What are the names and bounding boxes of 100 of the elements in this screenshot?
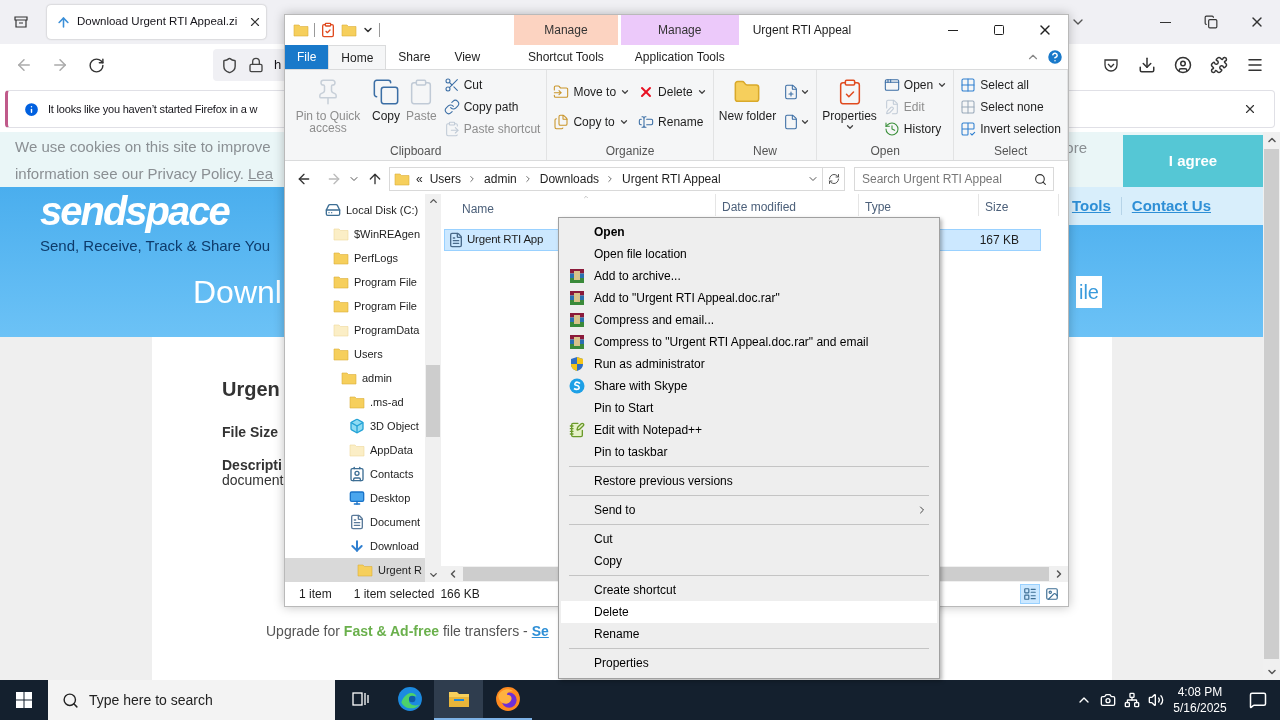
ribbon-button[interactable]: Cut [440, 74, 544, 96]
ribbon-button[interactable]: Copy to [550, 111, 634, 133]
properties-icon[interactable] [320, 22, 336, 38]
menu-item[interactable]: Pin to Start [561, 397, 937, 419]
tree-item[interactable]: Desktop [285, 486, 425, 510]
network-icon[interactable] [1124, 692, 1140, 708]
tree-item[interactable]: AppData [285, 438, 425, 462]
tree-item[interactable]: ProgramData [285, 318, 425, 342]
breadcrumb[interactable]: Users [429, 170, 462, 188]
menu-item[interactable]: Add to archive... [561, 265, 937, 287]
ribbon-button[interactable]: Delete [635, 81, 710, 103]
camera-icon[interactable] [1100, 692, 1116, 708]
ribbon-button[interactable]: Select all [957, 74, 1064, 96]
tree-item[interactable]: Local Disk (C:) [285, 198, 425, 222]
menu-item[interactable]: Add to "Urgent RTI Appeal.doc.rar" [561, 287, 937, 309]
ribbon-button[interactable]: History [880, 118, 951, 140]
menu-item[interactable]: Open file location [561, 243, 937, 265]
ribbon-button[interactable]: Copy path [440, 96, 544, 118]
menu-item[interactable]: Open [561, 221, 937, 243]
file-icon [783, 114, 800, 130]
close-icon[interactable] [248, 15, 262, 29]
ribbon-tab[interactable]: View [442, 45, 493, 69]
address-bar[interactable]: « Users admin Downloads Urgent RTI Appeal [389, 167, 823, 191]
breadcrumb[interactable]: Urgent RTI Appeal [622, 170, 721, 188]
ribbon-button[interactable]: Open [880, 74, 951, 96]
search-icon [1034, 172, 1047, 186]
column-header[interactable]: Type [859, 194, 979, 216]
tree-item[interactable]: Users [285, 342, 425, 366]
menu-item[interactable]: Compress to "Urgent RTI Appeal.doc.rar" and email [561, 331, 937, 353]
column-header[interactable]: Size [979, 194, 1059, 216]
overflow-marker: « [416, 171, 423, 188]
upgrade-link[interactable]: Se [531, 621, 549, 642]
menu-item[interactable]: Cut [561, 528, 937, 550]
ribbon-button[interactable]: Move to [550, 81, 634, 103]
grid-icon [960, 77, 977, 93]
clipboard-icon [443, 121, 460, 137]
tree-item[interactable]: Program File [285, 294, 425, 318]
link-icon [443, 99, 460, 115]
tree-item[interactable]: Download [285, 534, 425, 558]
ribbon-button[interactable]: Copy [370, 74, 402, 122]
document-icon [448, 232, 464, 248]
scrollbar-thumb[interactable] [426, 365, 440, 437]
tree-item[interactable]: admin [285, 366, 425, 390]
group-label: Organize [604, 143, 656, 160]
tree-item[interactable]: 3D Object [285, 414, 425, 438]
menu-item[interactable]: Edit with Notepad++ [561, 419, 937, 441]
tree-item[interactable]: PerfLogs [285, 246, 425, 270]
folder-icon [333, 250, 349, 266]
group-label: Open [869, 143, 901, 160]
windows-logo-icon [16, 692, 32, 708]
breadcrumb[interactable]: Downloads [539, 170, 600, 188]
column-header[interactable]: Date modified [716, 194, 859, 216]
ribbon-button[interactable]: Properties [820, 74, 879, 132]
ribbon-button[interactable]: Rename [635, 111, 710, 133]
tree-item[interactable]: Urgent R [285, 558, 425, 582]
menu-item[interactable]: Create shortcut [561, 579, 937, 601]
tree-item[interactable]: Contacts [285, 462, 425, 486]
view-mode-button[interactable] [1020, 584, 1040, 604]
url-field[interactable]: h [213, 49, 284, 81]
ribbon-button[interactable]: Invert selection [957, 118, 1064, 140]
ribbon-tab[interactable]: Home [328, 45, 387, 69]
taskbar-app[interactable] [434, 680, 483, 720]
folder-icon [357, 562, 373, 578]
tree-item[interactable]: $WinREAgen [285, 222, 425, 246]
restore-icon [1204, 15, 1218, 29]
tree-item[interactable]: .ms-ad [285, 390, 425, 414]
help-icon[interactable] [1046, 48, 1064, 66]
folder-icon [333, 274, 349, 290]
notification-text: It looks like you haven’t started Firefox in a w [48, 101, 258, 117]
scrollbar-thumb[interactable] [1264, 149, 1279, 659]
ribbon-tab[interactable]: Share [386, 45, 443, 69]
refresh-button[interactable] [823, 167, 845, 191]
breadcrumb[interactable]: admin [484, 170, 517, 188]
grid-check-icon [960, 121, 977, 137]
tree-item[interactable]: Document [285, 510, 425, 534]
menu-item[interactable]: Rename [561, 623, 937, 645]
menu-item[interactable]: Properties [561, 652, 937, 674]
file-name: Urgent RTI App [467, 232, 544, 248]
menu-item[interactable]: Share with Skype [561, 375, 937, 397]
menu-item[interactable]: Compress and email... [561, 309, 937, 331]
ribbon-tab[interactable]: File [285, 45, 329, 69]
menu-item[interactable]: Restore previous versions [561, 470, 937, 492]
volume-icon[interactable] [1148, 692, 1164, 708]
file-title: Urgen [222, 377, 280, 402]
menu-item[interactable]: Pin to taskbar [561, 441, 937, 463]
column-header[interactable]: Name [456, 194, 716, 216]
tree-item[interactable]: Program File [285, 270, 425, 294]
search-field[interactable]: Search Urgent RTI Appeal [854, 167, 1054, 191]
history-icon [883, 121, 900, 137]
ribbon-button[interactable]: New folder [716, 74, 779, 122]
file-size-label: File Size [222, 423, 279, 442]
clock[interactable]: 4:08 PM 5/16/2025 [1164, 684, 1236, 716]
menu-item[interactable]: Run as administrator [561, 353, 937, 375]
taskbar-search-field[interactable]: Type here to search [48, 680, 335, 720]
menu-item[interactable]: Send to [561, 499, 937, 521]
browser-tab[interactable]: Download Urgent RTI Appeal.zi [47, 5, 266, 39]
ribbon-button[interactable]: Select none [957, 96, 1064, 118]
drive-icon [325, 202, 341, 218]
menu-item[interactable]: Delete [561, 601, 937, 623]
menu-item[interactable]: Copy [561, 550, 937, 572]
